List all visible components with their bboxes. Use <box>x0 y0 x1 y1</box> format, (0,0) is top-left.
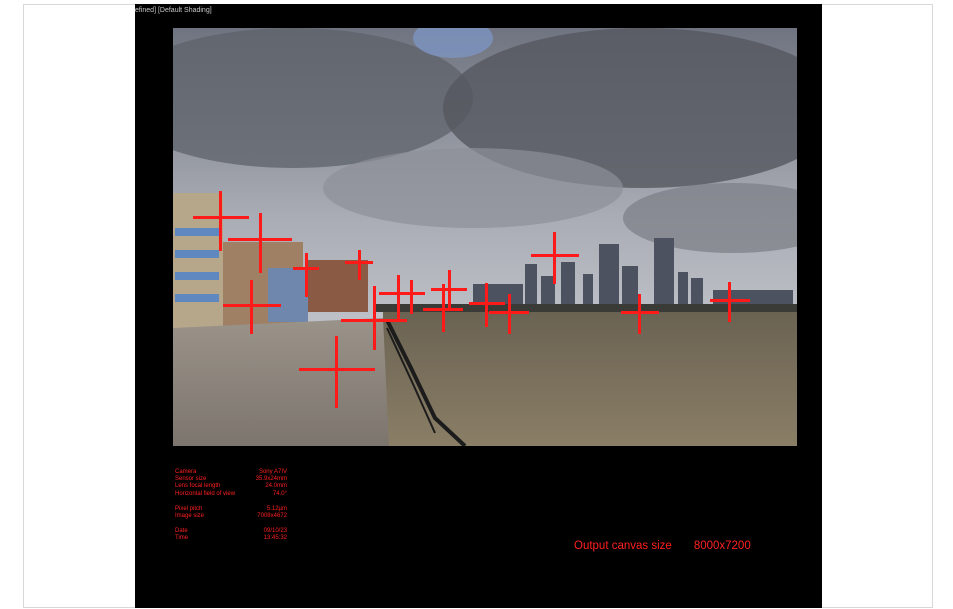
output-canvas-size-value: 8000x7200 <box>693 540 751 552</box>
control-point[interactable] <box>345 250 373 280</box>
control-point[interactable] <box>228 213 292 273</box>
render-viewport[interactable]: efined] [Default Shading] Camera Sony A7… <box>135 4 822 608</box>
control-point[interactable] <box>293 253 319 297</box>
image-metadata-panel: Camera Sony A7IV Sensor size 35.9x24mm Len… <box>175 469 287 543</box>
output-canvas-size: Output canvas size 8000x7200 <box>574 540 751 552</box>
control-point[interactable] <box>299 336 375 408</box>
control-point[interactable] <box>489 294 529 334</box>
control-point[interactable] <box>621 294 659 334</box>
control-point[interactable] <box>397 280 425 314</box>
metadata-row: Sensor size 35.9x24mm <box>175 476 287 483</box>
metadata-row: Time 13:45:32 <box>175 535 287 542</box>
control-point[interactable] <box>431 270 467 308</box>
control-point[interactable] <box>531 232 579 284</box>
viewport-title: efined] [Default Shading] <box>135 7 212 14</box>
control-point[interactable] <box>223 280 281 334</box>
metadata-row: Horizontal field of view 74.0° <box>175 490 287 497</box>
output-canvas-size-label: Output canvas size <box>574 540 672 552</box>
metadata-row: Lens focal length 24.0mm <box>175 483 287 490</box>
panorama-preview-image <box>173 28 797 446</box>
control-point[interactable] <box>710 282 750 322</box>
metadata-row: Pixel pitch 5.12µm <box>175 505 287 512</box>
metadata-row: Camera Sony A7IV <box>175 469 287 475</box>
metadata-row: Date 09/10/23 <box>175 528 287 535</box>
metadata-row: Image size 7008x4672 <box>175 513 287 520</box>
